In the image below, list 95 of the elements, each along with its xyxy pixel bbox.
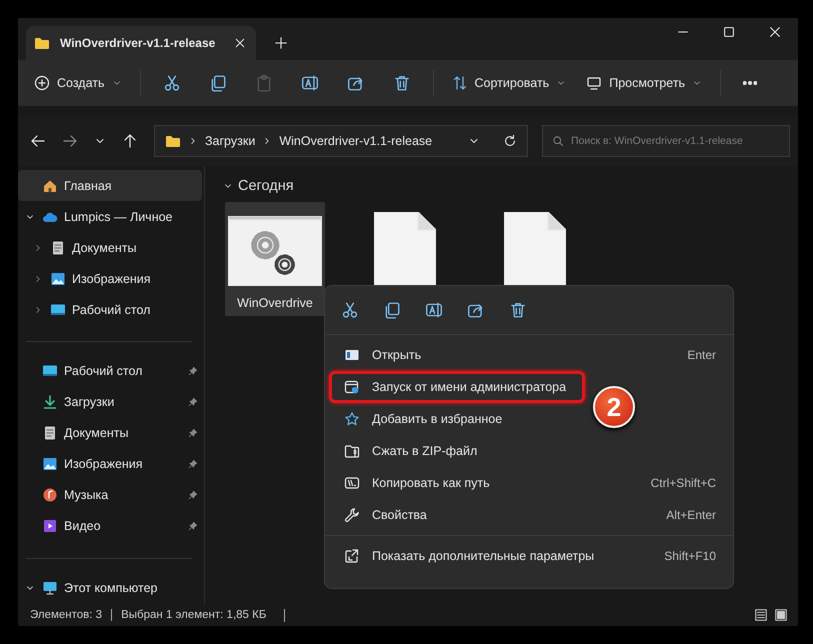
shortcut-text: Enter (687, 348, 716, 362)
desktop-icon (50, 302, 66, 318)
copy-icon (383, 301, 401, 319)
shortcut-text: Shift+F10 (664, 549, 716, 563)
sidebar-item[interactable]: Документы (18, 232, 202, 263)
share-icon (467, 301, 485, 319)
step-badge: 2 (593, 386, 635, 428)
more-icon (743, 81, 758, 85)
new-tab-icon[interactable] (274, 36, 288, 50)
trash-icon (509, 301, 527, 319)
path-icon (344, 475, 360, 491)
menu-item-label: Показать дополнительные параметры (372, 549, 596, 563)
file-tile[interactable]: WinOverdrive (225, 202, 325, 316)
file-name: WinOverdrive (237, 296, 313, 310)
group-header[interactable]: Сегодня (238, 178, 294, 194)
picture-icon (42, 456, 58, 472)
sidebar-item[interactable]: Рабочий стол (18, 356, 202, 387)
breadcrumb[interactable]: Загрузки (205, 134, 256, 148)
rename-icon (425, 301, 443, 319)
share-icon (346, 74, 365, 92)
shortcut-text: Ctrl+Shift+C (650, 476, 716, 490)
menu-item[interactable]: Запуск от имени администратора (329, 371, 586, 403)
monitor-icon (586, 75, 602, 91)
home-icon (42, 178, 58, 194)
menu-item-label: Сжать в ZIP-файл (372, 444, 478, 458)
sidebar-item[interactable]: Документы (18, 418, 202, 449)
pin-icon[interactable] (188, 397, 198, 408)
close-tab-icon[interactable] (234, 37, 246, 49)
music-icon (42, 487, 58, 504)
trash-icon (392, 74, 411, 92)
status-text: Элементов: 3 (30, 609, 112, 621)
sidebar-item[interactable]: Главная (18, 170, 202, 201)
details-view-icon[interactable] (754, 608, 768, 622)
status-text: Выбран 1 элемент: 1,85 КБ (121, 609, 268, 621)
picture-icon (50, 270, 66, 286)
up-icon[interactable] (122, 133, 138, 149)
menu-item-label: Добавить в избранное (372, 412, 502, 426)
sidebar-item[interactable]: Загрузки (18, 386, 202, 418)
rename-icon (300, 74, 319, 92)
close-icon[interactable] (768, 25, 782, 39)
pin-icon[interactable] (188, 366, 198, 376)
sidebar-item[interactable]: Изображения (18, 448, 202, 480)
pin-icon[interactable] (188, 521, 198, 532)
tab-title: WinOverdriver-v1.1-release (60, 36, 216, 50)
document-icon (42, 425, 58, 442)
menu-item-label: Свойства (372, 508, 428, 522)
sidebar-item[interactable]: Музыка (18, 480, 202, 511)
sidebar-item[interactable]: Этот компьютер (18, 572, 202, 604)
menu-item[interactable]: Открыть Enter (329, 339, 729, 371)
video-icon (42, 518, 58, 534)
computer-icon (42, 580, 58, 596)
menu-item-label: Копировать как путь (372, 476, 491, 490)
menu-item[interactable]: Копировать как путь Ctrl+Shift+C (329, 467, 729, 499)
address-bar[interactable]: Загрузки WinOverdriver-v1.1-release (154, 125, 528, 157)
cut-icon (162, 74, 181, 92)
shield-icon (344, 379, 360, 395)
star-icon (344, 411, 360, 427)
refresh-icon[interactable] (503, 134, 517, 148)
sort-button[interactable]: Сортировать (444, 69, 574, 97)
folder-icon (34, 35, 50, 51)
breadcrumb[interactable]: WinOverdriver-v1.1-release (279, 134, 432, 148)
folder-icon (165, 133, 181, 149)
sidebar-item[interactable]: Рабочий стол (18, 294, 202, 325)
search-field[interactable]: Поиск в: WinOverdriver-v1.1-release (542, 125, 790, 157)
menu-item-label: Запуск от имени администратора (372, 380, 566, 394)
window-tab[interactable]: WinOverdriver-v1.1-release (26, 26, 256, 60)
expand-icon (344, 548, 360, 564)
download-icon (42, 394, 58, 410)
view-button[interactable]: Просмотреть (578, 69, 710, 97)
sidebar-item[interactable]: Изображения (18, 263, 202, 294)
menu-item[interactable]: Свойства Alt+Enter (329, 499, 729, 531)
back-icon[interactable] (30, 133, 46, 149)
paste-icon (254, 74, 273, 92)
menu-item-label: Открыть (372, 348, 422, 362)
plus-icon (34, 75, 50, 91)
pin-icon[interactable] (188, 428, 198, 438)
sidebar-item[interactable]: Lumpics — Личное (18, 201, 202, 232)
menu-item[interactable]: Показать дополнительные параметры Shift+F10 (329, 540, 729, 572)
sort-icon (452, 75, 468, 91)
create-button[interactable]: Создать (26, 69, 130, 97)
pin-icon[interactable] (188, 459, 198, 470)
document-icon (50, 240, 66, 256)
tiles-view-icon[interactable] (774, 608, 788, 622)
menu-item[interactable]: Сжать в ZIP-файл (329, 435, 496, 467)
pin-icon[interactable] (188, 490, 198, 500)
maximize-icon[interactable] (722, 25, 736, 39)
shortcut-text: Alt+Enter (666, 508, 716, 522)
wrench-icon (344, 507, 360, 523)
window-icon (344, 347, 360, 363)
forward-icon[interactable] (62, 133, 78, 149)
folder-icon (344, 443, 360, 459)
cut-icon (341, 301, 359, 319)
sidebar-item[interactable]: Видео (18, 510, 202, 542)
menu-item[interactable]: Добавить в избранное (329, 403, 522, 435)
copy-icon (208, 74, 227, 92)
